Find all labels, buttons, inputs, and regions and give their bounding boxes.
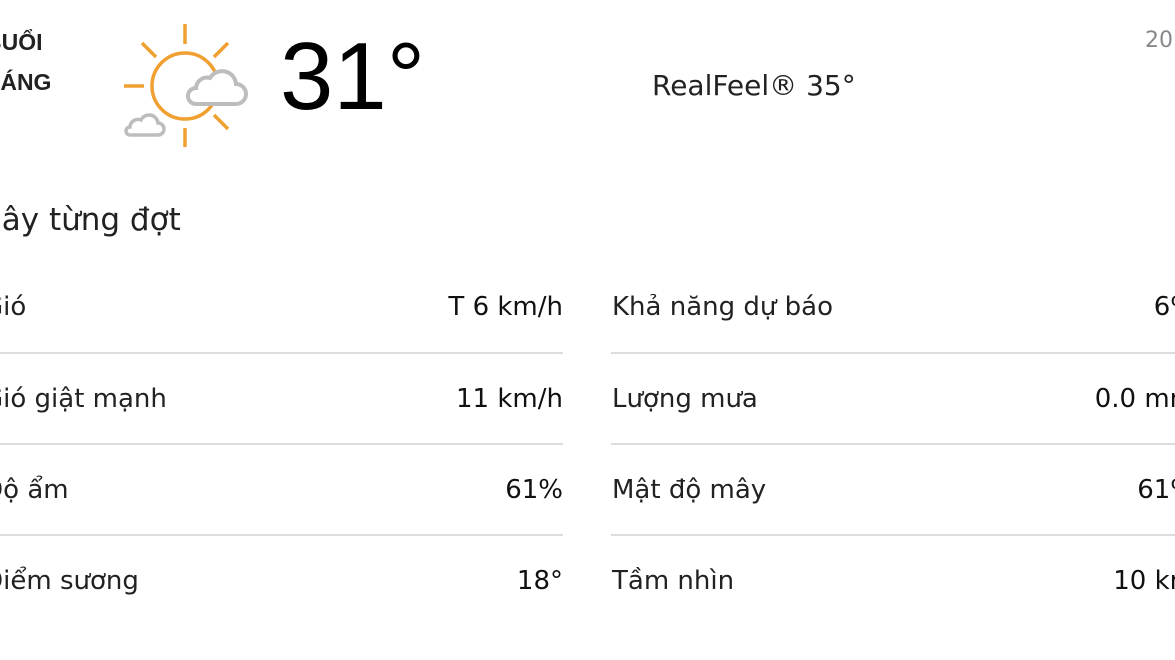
detail-row-precipitation: Lượng mưa 0.0 mm: [612, 379, 1175, 419]
divider: [0, 534, 563, 536]
divider: [611, 352, 1175, 354]
detail-row-precip-probability: Khả năng dự báo 6%: [612, 287, 1175, 327]
date-label: 20: [1145, 28, 1173, 53]
detail-label: Gió: [0, 292, 27, 322]
divider: [611, 443, 1175, 445]
detail-label: Độ ẩm: [0, 475, 69, 505]
realfeel-temperature: RealFeel® 35°: [652, 69, 856, 102]
time-of-day-line2: SÁNG: [0, 69, 52, 95]
detail-value: 11 km/h: [456, 384, 563, 414]
detail-row-cloud-cover: Mật độ mây 61%: [612, 470, 1175, 510]
divider: [611, 534, 1175, 536]
weather-phrase: Mây từng đợt: [0, 202, 181, 238]
detail-label: Lượng mưa: [612, 384, 758, 414]
detail-row-humidity: Độ ẩm 61%: [0, 470, 563, 510]
detail-label: Gió giật mạnh: [0, 384, 167, 414]
detail-value: 0.0 mm: [1094, 384, 1175, 414]
detail-row-visibility: Tầm nhìn 10 km: [612, 561, 1175, 601]
detail-row-wind: Gió T 6 km/h: [0, 287, 563, 327]
detail-row-dew-point: Điểm sương 18°: [0, 561, 563, 601]
detail-value: 61%: [1137, 475, 1175, 505]
detail-row-wind-gusts: Gió giật mạnh 11 km/h: [0, 379, 563, 419]
divider: [0, 352, 563, 354]
time-of-day-line1: BUỔI: [0, 29, 43, 55]
current-temperature: 31°: [280, 23, 426, 130]
detail-label: Tầm nhìn: [612, 566, 735, 596]
detail-label: Điểm sương: [0, 566, 139, 596]
detail-value: 10 km: [1113, 566, 1175, 596]
partly-sunny-icon: [124, 24, 248, 147]
detail-value: 18°: [516, 566, 563, 596]
detail-value: 6%: [1153, 292, 1175, 322]
detail-value: T 6 km/h: [448, 292, 563, 322]
detail-value: 61%: [505, 475, 563, 505]
divider: [0, 443, 563, 445]
detail-label: Mật độ mây: [612, 475, 767, 505]
detail-label: Khả năng dự báo: [612, 292, 833, 322]
